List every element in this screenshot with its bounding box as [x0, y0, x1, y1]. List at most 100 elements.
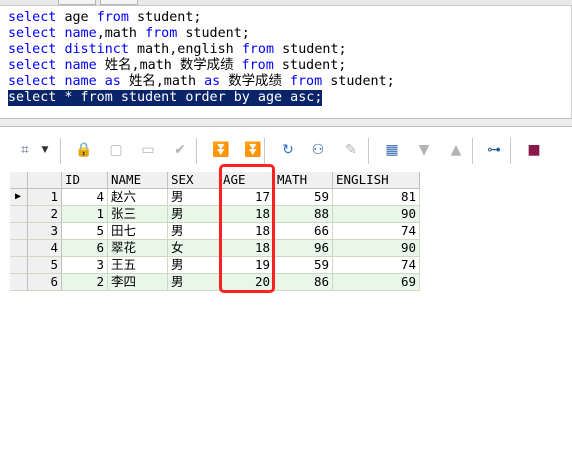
sql-token: select	[8, 42, 65, 57]
cell-name[interactable]: 田七	[108, 223, 168, 240]
table-row[interactable]: 3 5 田七男 18 66 74	[10, 223, 420, 240]
column-header-id[interactable]: ID	[62, 172, 108, 189]
row-indicator[interactable]	[10, 206, 28, 223]
dropdown-arrow-icon[interactable]: ▼	[38, 139, 52, 161]
column-header-english[interactable]: ENGLISH	[333, 172, 420, 189]
cell-english[interactable]: 90	[333, 240, 420, 257]
table-row[interactable]: 5 3 王五男 19 59 74	[10, 257, 420, 274]
cell-sex[interactable]: 男	[168, 257, 220, 274]
sql-line[interactable]: select distinct math,english from studen…	[8, 42, 347, 58]
cell-math[interactable]: 96	[274, 240, 333, 257]
cell-sex[interactable]: 男	[168, 206, 220, 223]
cell-name[interactable]: 李四	[108, 274, 168, 291]
cell-english[interactable]: 74	[333, 257, 420, 274]
cell-name[interactable]: 翠花	[108, 240, 168, 257]
sql-token: distinct	[64, 42, 137, 57]
find-binoculars-icon[interactable]: ⚇	[307, 139, 329, 161]
grid-options-icon[interactable]: ⌗	[14, 139, 36, 161]
sql-token: ,math	[96, 26, 146, 41]
tab[interactable]	[100, 0, 138, 5]
toolbar-separator	[196, 138, 197, 164]
sql-token: from	[145, 26, 186, 41]
row-number: 3	[28, 223, 62, 240]
row-indicator[interactable]	[10, 223, 28, 240]
move-down-icon: ▼	[418, 142, 430, 158]
save-icon[interactable]: ■	[523, 139, 545, 161]
row-number: 6	[28, 274, 62, 291]
row-number: 1	[28, 189, 62, 206]
cell-math[interactable]: 86	[274, 274, 333, 291]
cell-sex[interactable]: 男	[168, 189, 220, 206]
sql-line[interactable]: select age from student;	[8, 10, 202, 26]
move-up-icon: ▲	[450, 142, 462, 158]
row-indicator[interactable]	[10, 257, 28, 274]
tab[interactable]	[58, 0, 96, 5]
sql-token: name	[64, 74, 105, 89]
cell-id[interactable]: 4	[62, 189, 108, 206]
sql-editor[interactable]: select age from student; select name,math…	[0, 6, 572, 118]
column-header-sex[interactable]: SEX	[168, 172, 220, 189]
toolbar-separator	[368, 138, 369, 164]
cell-name[interactable]: 张三	[108, 206, 168, 223]
toolbar-separator	[264, 138, 265, 164]
sql-token: math,english	[137, 42, 242, 57]
cell-math[interactable]: 59	[274, 257, 333, 274]
cell-sex[interactable]: 男	[168, 274, 220, 291]
sql-token: name	[64, 58, 105, 73]
sql-token: as	[204, 74, 229, 89]
sql-token: student;	[281, 58, 347, 73]
lock-icon[interactable]: 🔒	[73, 139, 95, 161]
table-row[interactable]: ▶ 1 4 赵六男 17 59 81	[10, 189, 420, 206]
cell-sex[interactable]: 男	[168, 223, 220, 240]
refresh-icon[interactable]: ↻	[277, 139, 299, 161]
cell-name[interactable]: 赵六	[108, 189, 168, 206]
row-indicator[interactable]	[10, 240, 28, 257]
sql-line[interactable]: select name 姓名,math 数学成绩 from student;	[8, 58, 346, 74]
cell-math[interactable]: 66	[274, 223, 333, 240]
header-corner	[28, 172, 62, 189]
sql-token: age	[64, 10, 97, 25]
insert-record-icon: ▢	[109, 142, 123, 158]
sql-token: select	[8, 10, 65, 25]
sql-token: from	[96, 10, 137, 25]
last-record-icon: ⏬	[244, 142, 262, 158]
cell-id[interactable]: 3	[62, 257, 108, 274]
cell-english[interactable]: 90	[333, 206, 420, 223]
cell-id[interactable]: 5	[62, 223, 108, 240]
cell-id[interactable]: 1	[62, 206, 108, 223]
sql-token: student;	[137, 10, 202, 25]
table-row[interactable]: 6 2 李四男 20 86 69	[10, 274, 420, 291]
table-row[interactable]: 4 6 翠花女 18 96 90	[10, 240, 420, 257]
row-indicator[interactable]	[10, 274, 28, 291]
sql-token: from	[241, 42, 283, 57]
sql-token: from	[289, 74, 331, 89]
column-header-name[interactable]: NAME	[108, 172, 168, 189]
cell-english[interactable]: 81	[333, 189, 420, 206]
cell-math[interactable]: 88	[274, 206, 333, 223]
sql-line[interactable]: select name as 姓名,math as 数学成绩 from stud…	[8, 74, 395, 90]
sql-token: as	[104, 74, 129, 89]
calculator-icon[interactable]: ▦	[381, 139, 403, 161]
sql-line[interactable]: select name,math from student;	[8, 26, 250, 42]
row-number: 5	[28, 257, 62, 274]
cell-sex[interactable]: 女	[168, 240, 220, 257]
cell-id[interactable]: 2	[62, 274, 108, 291]
splitter[interactable]	[0, 118, 572, 127]
sql-token: student;	[282, 42, 347, 57]
toolbar-separator	[60, 138, 61, 164]
sql-token: select * from student order by age asc;	[8, 90, 323, 105]
header-corner	[10, 172, 28, 189]
sql-token: select	[8, 26, 65, 41]
sql-line-selected[interactable]: select * from student order by age asc;	[8, 90, 323, 106]
sql-token: student;	[330, 74, 395, 89]
cell-english[interactable]: 74	[333, 223, 420, 240]
row-indicator[interactable]: ▶	[10, 189, 28, 206]
column-header-math[interactable]: MATH	[274, 172, 333, 189]
cell-english[interactable]: 69	[333, 274, 420, 291]
grid-header-row: ID NAME SEX AGE MATH ENGLISH	[10, 172, 420, 189]
cell-name[interactable]: 王五	[108, 257, 168, 274]
tree-view-icon[interactable]: ⊶	[483, 139, 505, 161]
cell-math[interactable]: 59	[274, 189, 333, 206]
table-row[interactable]: 2 1 张三男 18 88 90	[10, 206, 420, 223]
cell-id[interactable]: 6	[62, 240, 108, 257]
